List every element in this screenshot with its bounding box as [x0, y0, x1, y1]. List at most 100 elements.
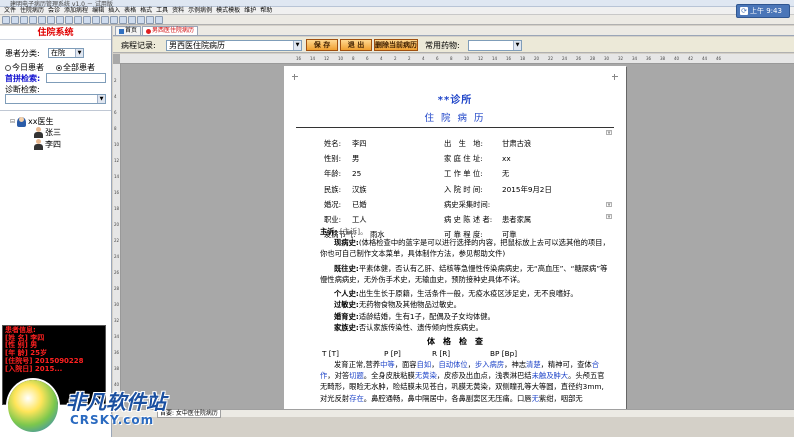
exam-choice[interactable]: 中等	[380, 360, 395, 369]
menu-item[interactable]: 工具	[154, 7, 170, 14]
menu-item[interactable]: 编辑	[90, 7, 106, 14]
tab-home[interactable]: 首页	[115, 26, 142, 35]
collapse-icon: ⊟	[10, 118, 16, 125]
toolbar-button-icon[interactable]	[29, 15, 37, 24]
menu-item[interactable]: 示例病例	[186, 7, 214, 14]
exit-button[interactable]: 退 出	[340, 39, 372, 51]
toolbar-button-icon[interactable]	[83, 15, 91, 24]
menu-item[interactable]: 资料	[170, 7, 186, 14]
toolbar-button-icon[interactable]	[101, 15, 109, 24]
field-marker[interactable]: ▼	[606, 214, 612, 219]
field-value[interactable]: 无	[502, 169, 509, 179]
field-value[interactable]: 李四	[352, 139, 367, 149]
menu-item[interactable]: 表格	[122, 7, 138, 14]
exam-choice[interactable]: 步入病房	[475, 360, 504, 369]
exam-choice[interactable]: 清楚	[526, 360, 541, 369]
vertical-ruler[interactable]: 2 4 6 8 10 12 14 16 18 20 22 24 26 28 30 32 34 36 38 40 42	[113, 64, 121, 409]
menu-item[interactable]: 模式模板	[214, 7, 242, 14]
toolbar-button-icon[interactable]	[20, 15, 28, 24]
vital-bp[interactable]: BP [Bp]	[490, 349, 517, 358]
toolbar-button-icon[interactable]	[146, 15, 154, 24]
radio-today[interactable]: 今日患者	[5, 62, 44, 73]
ruler-tick: 22	[548, 56, 554, 61]
radio-all[interactable]: 全部患者	[56, 62, 95, 73]
field-value[interactable]: 2015年9月2日	[502, 185, 552, 195]
toolbar	[0, 15, 794, 25]
ruler-tick: 34	[114, 334, 120, 339]
past-history[interactable]: 既往史:平素体健，否认有乙肝、结核等急慢性传染病病史，无“高血压”、“糖尿病”等…	[320, 263, 610, 285]
toolbar-button-icon[interactable]	[47, 15, 55, 24]
tree-doctor[interactable]: ⊟ xx医生	[10, 116, 54, 127]
toolbar-button-icon[interactable]	[2, 15, 10, 24]
exam-choice[interactable]: 未触及肿大	[532, 371, 568, 380]
family-history[interactable]: 家族史:否认家族传染性、遗传倾向性疾病史。	[320, 322, 610, 333]
tab-record[interactable]: 男西医住院病历	[142, 26, 199, 35]
chief-complaint[interactable]: 主诉: [主诉]。	[320, 226, 610, 237]
exam-choice[interactable]: 无黄染	[415, 371, 437, 380]
exam-text-run: ，精神可，查体	[540, 360, 592, 369]
common-drug-select[interactable]: ▼	[468, 40, 522, 51]
menu-item[interactable]: 文件	[2, 7, 18, 14]
field-value[interactable]: 已婚	[352, 200, 367, 210]
document-page[interactable]: **诊所 住 院 病 历 ▼ 姓名: 李四 出 生 地: 甘肃古浪 性别: 男 家 庭 住 …	[284, 66, 626, 409]
field-marker[interactable]: ▼	[606, 202, 612, 207]
exam-choice[interactable]: 自如	[417, 360, 432, 369]
menu-item[interactable]: 维护	[242, 7, 258, 14]
menu-item[interactable]: 会诊	[46, 7, 62, 14]
delete-record-button[interactable]: 删除当前病历	[374, 39, 418, 51]
ruler-tick: 34	[632, 56, 638, 61]
ruler-tick: 38	[660, 56, 666, 61]
present-history[interactable]: 现病史:(体格检查中的蓝字是可以进行选择的内容，把鼠标放上去可以选其他的项目，你…	[320, 237, 610, 259]
horizontal-ruler[interactable]: 16 14 12 10 8 6 4 2 2 4 6 8 10 12 14 16 18 20 22 24 26 28 30 32…	[120, 54, 794, 64]
menu-item[interactable]: 帮助	[258, 7, 274, 14]
allergy-history[interactable]: 过敏史:无药物食物及其他物品过敏史。	[320, 299, 610, 310]
exam-choice[interactable]: 自动体位	[438, 360, 467, 369]
search-input[interactable]	[46, 73, 106, 83]
toolbar-button-icon[interactable]	[155, 15, 163, 24]
save-button[interactable]: 保 存	[306, 39, 338, 51]
menu-item[interactable]: 格式	[138, 7, 154, 14]
toolbar-button-icon[interactable]	[128, 15, 136, 24]
field-value[interactable]: 患者家属	[502, 215, 531, 225]
vital-t[interactable]: T [T]	[322, 349, 339, 358]
field-value[interactable]: 工人	[352, 215, 367, 225]
toolbar-button-icon[interactable]	[11, 15, 19, 24]
exam-text[interactable]: 发育正常,营养中等，面容自如，自动体位，步入病房，神志清楚，精神可，查体合作，对…	[320, 359, 610, 404]
field-value[interactable]: 甘肃古浪	[502, 139, 531, 149]
radio-all-label: 全部患者	[63, 63, 95, 72]
toolbar-button-icon[interactable]	[74, 15, 82, 24]
tree-patient[interactable]: 张三	[34, 127, 61, 138]
clock-widget[interactable]: ⟳ 上午 9:43	[736, 4, 790, 18]
toolbar-button-icon[interactable]	[110, 15, 118, 24]
field-value[interactable]: 男	[352, 154, 359, 164]
toolbar-button-icon[interactable]	[137, 15, 145, 24]
ruler-tick: 16	[114, 190, 120, 195]
category-select[interactable]: 在院 ▼	[48, 48, 84, 58]
ruler-tick: 2	[408, 56, 411, 61]
diag-select[interactable]: ▼	[5, 94, 106, 104]
toolbar-button-icon[interactable]	[65, 15, 73, 24]
field-value[interactable]: 25	[352, 169, 361, 178]
exam-choice[interactable]: 无	[532, 394, 539, 403]
record-select[interactable]: 男西医住院病历 ▼	[166, 40, 302, 51]
marital-history[interactable]: 婚育史:适龄结婚，生有1子，配偶及子女均体健。	[320, 311, 610, 322]
ruler-tick: 4	[114, 94, 117, 99]
field-marker[interactable]: ▼	[606, 130, 612, 135]
toolbar-button-icon[interactable]	[38, 15, 46, 24]
exam-text-run: ，神志	[504, 360, 527, 369]
ruler-tick: 4	[380, 56, 383, 61]
menu-item[interactable]: 插入	[106, 7, 122, 14]
toolbar-button-icon[interactable]	[119, 15, 127, 24]
field-value[interactable]: xx	[502, 154, 511, 163]
menu-item[interactable]: 住院病历	[18, 7, 46, 14]
toolbar-button-icon[interactable]	[56, 15, 64, 24]
toolbar-button-icon[interactable]	[92, 15, 100, 24]
vital-r[interactable]: R [R]	[432, 349, 450, 358]
tree-patient[interactable]: 李四	[34, 139, 61, 150]
menu-item[interactable]: 添加病程	[62, 7, 90, 14]
vital-p[interactable]: P [P]	[384, 349, 401, 358]
exam-choice[interactable]: 切题	[349, 371, 364, 380]
exam-choice[interactable]: 存在	[349, 394, 364, 403]
field-value[interactable]: 汉族	[352, 185, 367, 195]
personal-history[interactable]: 个人史:出生生长于原籍，生活条件一般，无疫水疫区涉足史，无不良嗜好。	[320, 288, 610, 299]
